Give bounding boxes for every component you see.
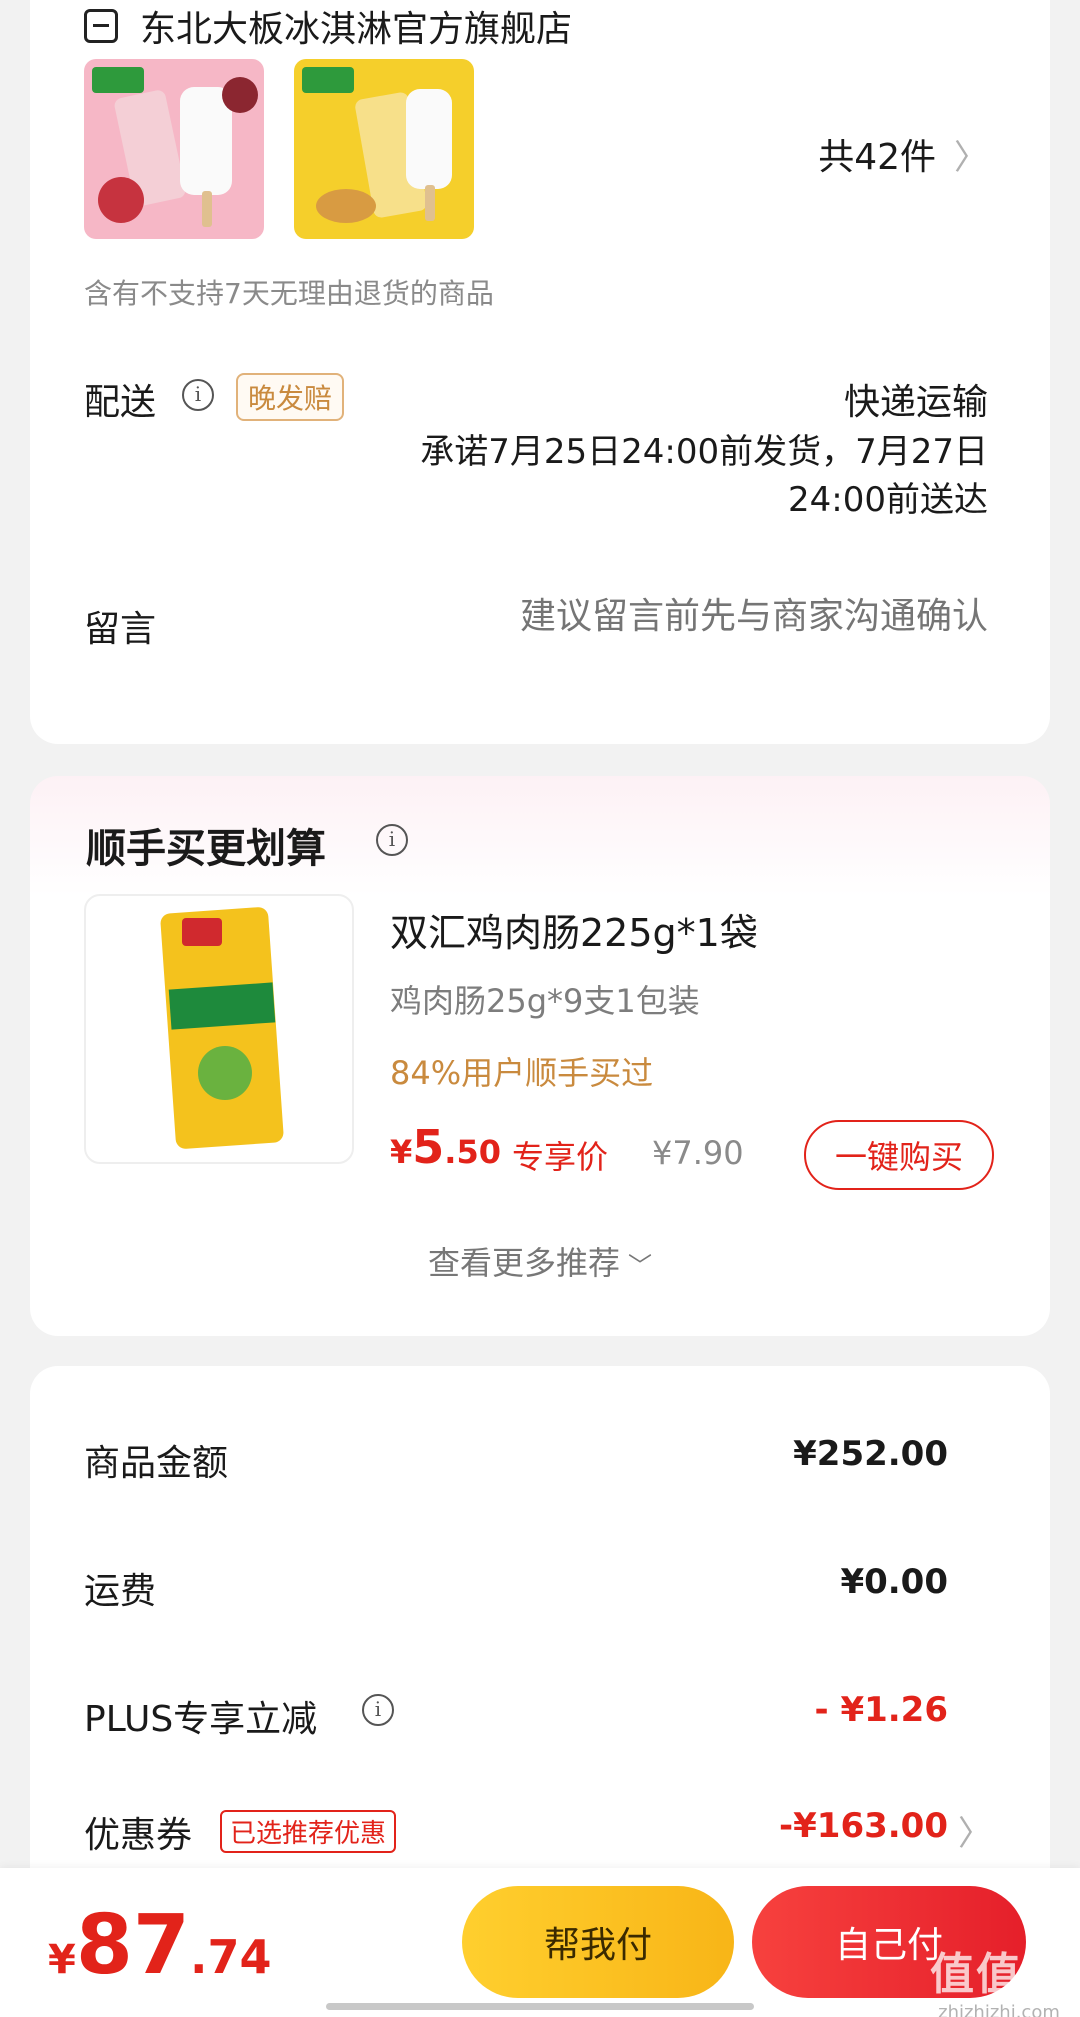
bottom-pay-bar: ¥ 87 .74 帮我付 自己付 值值值 zhizhizhi.com [0,1868,1080,2017]
store-icon [84,9,118,43]
delivery-label: 配送 [84,382,157,423]
return-policy-note: 含有不支持7天无理由退货的商品 [84,277,494,310]
stick-shape [202,191,212,227]
brand-logo-icon [92,67,144,93]
message-label: 留言 [84,609,157,650]
addon-price: ¥ 5 .50 [390,1120,501,1174]
chevron-right-icon: 〉 [954,137,988,178]
one-click-buy-button[interactable]: 一键购买 [804,1120,994,1190]
help-me-pay-button[interactable]: 帮我付 [462,1886,734,1998]
addon-product-image[interactable] [84,894,354,1164]
plus-discount-label: PLUS专享立减 [84,1699,318,1740]
stick-shape [425,185,435,221]
chevron-down-icon: ﹀ [628,1252,652,1280]
addon-recommendation-card: 顺手买更划算 i 双汇鸡肉肠225g*1袋 鸡肉肠25g*9支1包装 84%用户… [30,776,1050,1336]
goods-amount-value: ¥252.00 [793,1434,948,1474]
addon-product-spec: 鸡肉肠25g*9支1包装 [390,982,700,1020]
original-price: ¥7.90 [652,1134,744,1172]
info-icon[interactable]: i [362,1694,394,1726]
product-thumbnail-milk[interactable] [294,59,474,239]
more-recommendations-link[interactable]: 查看更多推荐 ﹀ [30,1238,1050,1284]
shipping-promise: 承诺7月25日24:00前发货，7月27日24:00前送达 [420,432,988,520]
coupon-label: 优惠券 [84,1815,193,1856]
watermark: 值值值 zhizhizhi.com [930,1938,1068,2017]
total-price: ¥ 87 .74 [48,1898,271,1993]
checkout-page: 东北大板冰淇淋官方旗舰店 共42件 〉 含有不支持7天无理由退货的商品 配送 i… [0,0,1080,2017]
chevron-right-icon[interactable]: 〉 [958,1806,992,1855]
exclusive-price-tag: 专享价 [512,1138,609,1176]
pack-label-shape [168,982,276,1030]
coupon-recommended-badge: 已选推荐优惠 [220,1810,397,1853]
mascot-shape [198,1046,252,1100]
item-count-link[interactable]: 共42件 〉 [818,128,988,180]
more-recommendations-label: 查看更多推荐 [427,1244,620,1282]
brand-logo-icon [302,67,354,93]
addon-product-name[interactable]: 双汇鸡肉肠225g*1袋 [390,902,758,957]
home-indicator[interactable] [326,2003,754,2010]
store-order-card: 东北大板冰淇淋官方旗舰店 共42件 〉 含有不支持7天无理由退货的商品 配送 i… [30,0,1050,744]
late-compensation-badge: 晚发赔 [236,373,345,421]
product-thumbnail-lychee[interactable] [84,59,264,239]
store-header[interactable]: 东北大板冰淇淋官方旗舰店 [84,0,572,52]
brand-logo-icon [182,918,222,946]
info-icon[interactable]: i [376,824,408,856]
total-symbol: ¥ [48,1937,76,1983]
price-decimal: .50 [444,1133,501,1171]
info-icon[interactable]: i [182,379,214,411]
lychee-shape [222,77,258,113]
watermark-logo: 值值值 [930,1949,1068,2000]
price-integer: 5 [412,1120,445,1174]
ice-cream-bar-shape [406,89,452,189]
total-decimal: .74 [189,1930,272,1984]
peanut-shape [316,189,376,223]
shipping-fee-label: 运费 [84,1571,157,1612]
addon-section-title: 顺手买更划算 [86,826,326,872]
lychee-shape [98,177,144,223]
item-count: 共42件 [818,137,936,178]
store-name: 东北大板冰淇淋官方旗舰店 [140,9,573,50]
total-integer: 87 [75,1898,190,1993]
price-symbol: ¥ [390,1133,413,1171]
message-input[interactable] [428,596,988,637]
shipping-fee-value: ¥0.00 [840,1562,948,1602]
addon-social-proof: 84%用户顺手买过 [390,1054,654,1092]
goods-amount-label: 商品金额 [84,1443,229,1484]
coupon-value[interactable]: -¥163.00 [779,1806,948,1846]
watermark-url: zhizhizhi.com [938,2002,1060,2017]
shipping-method[interactable]: 快递运输 [844,373,988,425]
plus-discount-value: - ¥1.26 [814,1690,949,1730]
